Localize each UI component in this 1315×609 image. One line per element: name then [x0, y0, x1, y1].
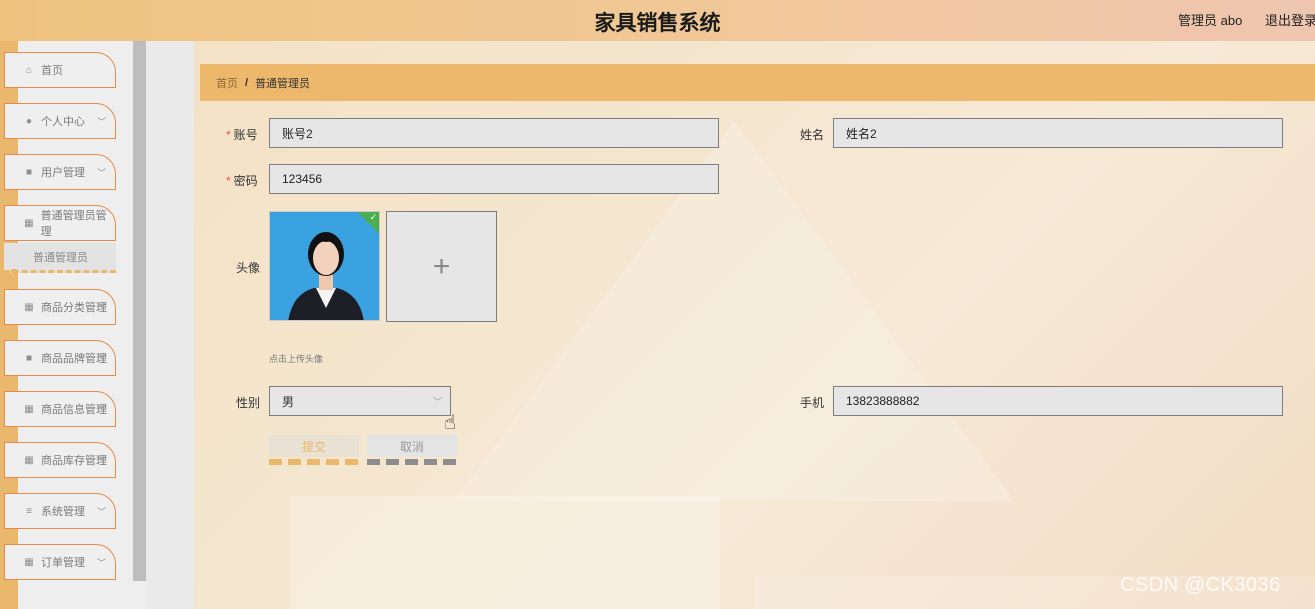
- chevron-down-icon: ﹀: [96, 117, 106, 127]
- name-input[interactable]: 姓名2: [833, 118, 1283, 148]
- menu-icon: ≡: [26, 505, 32, 517]
- sidebar-item-6[interactable]: ▦ 商品信息管理 ﹀: [4, 391, 116, 427]
- cancel-button[interactable]: 取消: [367, 435, 457, 457]
- avatar-upload-button[interactable]: +: [386, 211, 497, 322]
- account-input[interactable]: 账号2: [269, 118, 719, 148]
- chevron-down-icon: ﹀: [96, 168, 106, 178]
- app-header: 家具销售系统 管理员 abo 退出登录: [0, 0, 1315, 41]
- sidebar-item-4[interactable]: ▦ 商品分类管理 ﹀: [4, 289, 116, 325]
- avatar-label: 头像: [236, 261, 261, 275]
- password-input[interactable]: 123456: [269, 164, 719, 194]
- breadcrumb-current: 普通管理员: [255, 77, 311, 90]
- breadcrumb-home[interactable]: 首页: [216, 75, 238, 91]
- sidebar-item-2[interactable]: ■ 用户管理 ﹀: [4, 154, 116, 190]
- gender-select[interactable]: 男 ﹀: [269, 386, 451, 416]
- avatar-photo: [270, 212, 379, 320]
- sidebar-item-9[interactable]: ▦ 订单管理 ﹀: [4, 544, 116, 580]
- sidebar-item-label: 订单管理: [41, 557, 85, 569]
- phone-label: 手机: [800, 396, 825, 410]
- sidebar-item-label: 普通管理员管理: [40, 210, 107, 238]
- breadcrumb-separator: /: [245, 76, 249, 89]
- grid-icon: ▦: [24, 217, 34, 229]
- subitem-marker: [11, 269, 17, 275]
- sidebar-item-label: 系统管理: [41, 506, 85, 518]
- background-block: [290, 496, 720, 609]
- sidebar-scrollbar[interactable]: [133, 41, 146, 581]
- bag-icon: ■: [25, 352, 33, 364]
- check-icon: ✓: [369, 211, 378, 222]
- chevron-down-icon: ﹀: [96, 558, 106, 568]
- breadcrumb: 首页 / 普通管理员: [200, 64, 1315, 101]
- grid-icon: ▦: [24, 301, 34, 313]
- chevron-down-icon: ﹀: [432, 397, 442, 407]
- thumb-icon: ■: [25, 166, 33, 178]
- chevron-down-icon: ﹀: [96, 507, 106, 517]
- grid-icon: ▦: [24, 454, 34, 466]
- required-mark: *: [226, 128, 231, 142]
- sidebar-item-label: 个人中心: [41, 116, 85, 128]
- sidebar-item-label: 首页: [41, 65, 63, 77]
- account-label: * 账号: [226, 128, 258, 142]
- submit-button-underline: [269, 459, 359, 465]
- password-label: * 密码: [226, 174, 258, 188]
- logout-link[interactable]: 退出登录: [1265, 10, 1315, 29]
- chevron-down-icon: ﹀: [96, 405, 106, 415]
- upload-hint: 点击上传头像: [269, 354, 324, 364]
- sidebar-spacer: [146, 41, 194, 609]
- sidebar-item-label: 用户管理: [41, 167, 85, 179]
- required-mark: *: [226, 174, 231, 188]
- avatar-preview[interactable]: ✓: [269, 211, 380, 321]
- watermark: CSDN @CK3036: [1120, 574, 1281, 596]
- user-icon: ●: [25, 115, 33, 127]
- chevron-down-icon: ﹀: [96, 354, 106, 364]
- sidebar-item-7[interactable]: ▦ 商品库存管理 ﹀: [4, 442, 116, 478]
- name-label: 姓名: [800, 128, 825, 142]
- sidebar-item-3[interactable]: ▦ 普通管理员管理: [4, 205, 116, 241]
- sidebar-item-5[interactable]: ■ 商品品牌管理 ﹀: [4, 340, 116, 376]
- gender-selected-value: 男: [282, 394, 295, 409]
- chevron-down-icon: ﹀: [96, 303, 106, 313]
- cancel-button-underline: [367, 459, 457, 465]
- sidebar-item-0[interactable]: ⌂ 首页: [4, 52, 116, 88]
- sidebar-item-8[interactable]: ≡ 系统管理 ﹀: [4, 493, 116, 529]
- app-title: 家具销售系统: [594, 12, 721, 35]
- gender-label: 性别: [236, 396, 261, 410]
- grid-icon: ▦: [24, 403, 34, 415]
- hand-cursor-icon: ☝: [444, 412, 457, 434]
- home-icon: ⌂: [25, 64, 33, 76]
- sidebar-item-1[interactable]: ● 个人中心 ﹀: [4, 103, 116, 139]
- sidebar-subitem-admin[interactable]: 普通管理员: [4, 243, 116, 273]
- current-user: 管理员 abo: [1178, 13, 1243, 28]
- grid-icon: ▦: [24, 556, 34, 568]
- chevron-down-icon: ﹀: [96, 456, 106, 466]
- submit-button[interactable]: 提交: [269, 435, 359, 457]
- phone-input[interactable]: 13823888882: [833, 386, 1283, 416]
